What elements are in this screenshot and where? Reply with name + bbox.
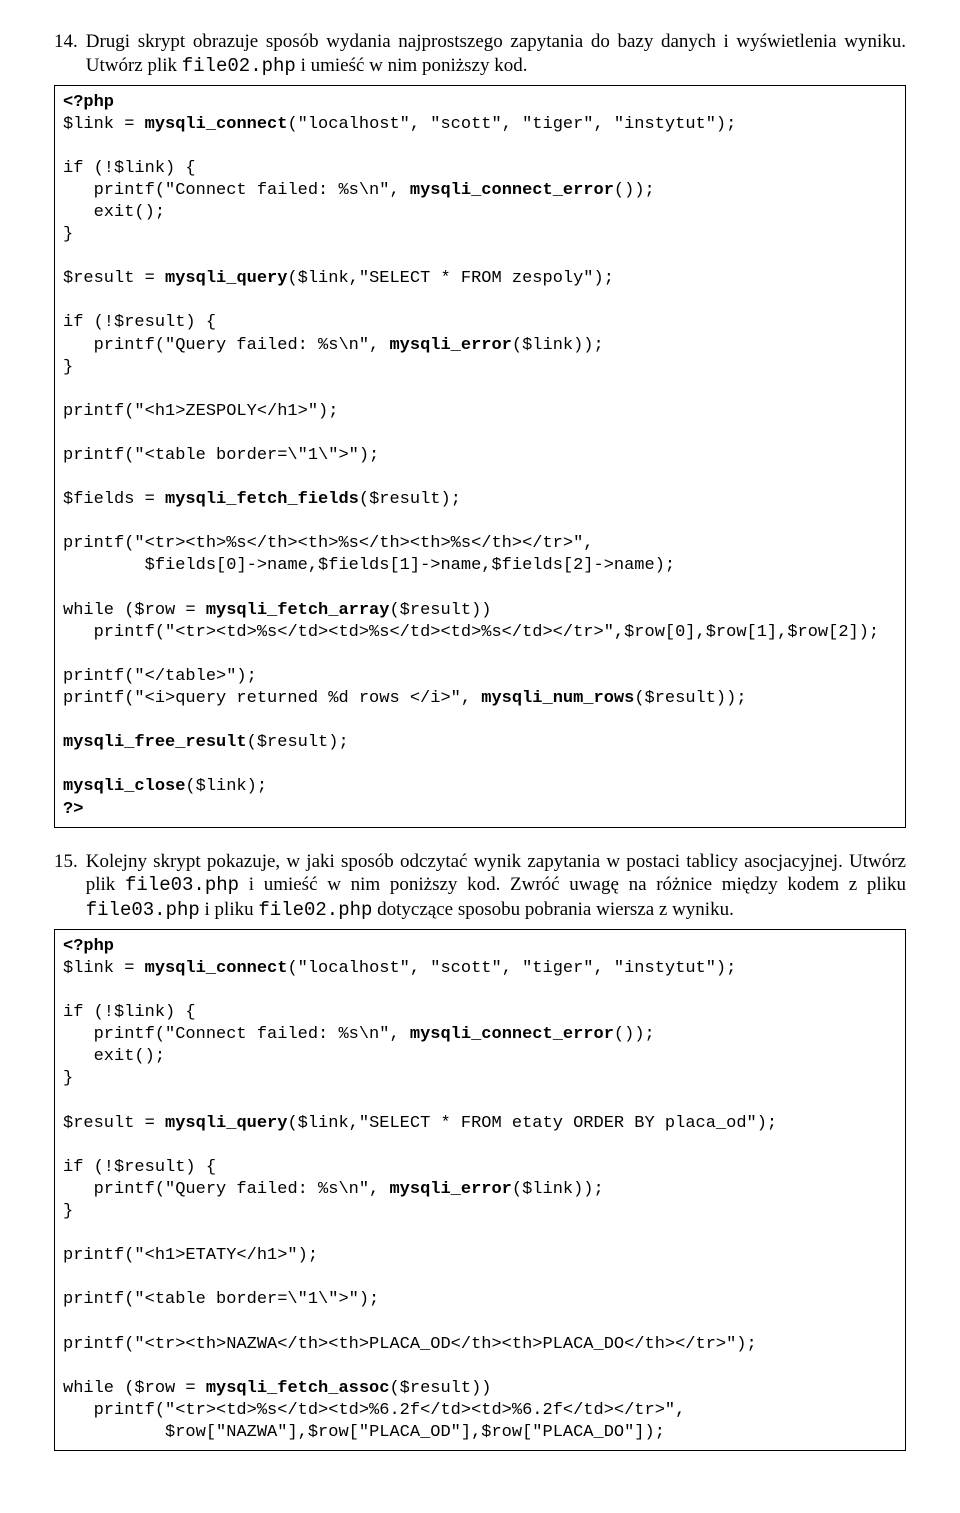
code-segment: printf("</table>"); <box>63 667 257 686</box>
code-segment: ($link); <box>185 777 267 796</box>
code-segment: ("localhost", "scott", "tiger", "instytu… <box>287 959 736 978</box>
code-segment: $result = <box>63 269 165 288</box>
code-segment: mysqli_error <box>389 336 511 355</box>
code-segment: ($link)); <box>512 1180 604 1199</box>
code-segment: mysqli_fetch_array <box>206 601 390 620</box>
code-segment: ($link,"SELECT * FROM etaty ORDER BY pla… <box>287 1114 777 1133</box>
code-segment: printf("Connect failed: %s\n", <box>63 181 410 200</box>
code-segment: printf("<table border=\"1\">"); <box>63 446 379 465</box>
numbered-list: 14.Drugi skrypt obrazuje sposób wydania … <box>54 30 906 1451</box>
code-segment: printf("<h1>ZESPOLY</h1>"); <box>63 402 338 421</box>
code-segment: printf("Query failed: %s\n", <box>63 1180 389 1199</box>
code-segment: if (!$link) { <box>63 159 196 178</box>
code-segment: ()); <box>614 181 655 200</box>
code-segment: } <box>63 225 73 244</box>
code-segment: exit(); <box>63 1047 165 1066</box>
code-segment: <?php <box>63 937 114 956</box>
code-segment: printf("<table border=\"1\">"); <box>63 1290 379 1309</box>
code-segment: $row["NAZWA"],$row["PLACA_OD"],$row["PLA… <box>63 1423 665 1442</box>
code-segment: mysqli_query <box>165 269 287 288</box>
item-number: 15. <box>54 850 86 923</box>
code-segment: printf("<tr><th>%s</th><th>%s</th><th>%s… <box>63 534 594 553</box>
filename: file02.php <box>182 55 296 77</box>
code-segment: ($result)) <box>389 601 491 620</box>
code-segment: $link = <box>63 959 145 978</box>
code-segment: mysqli_free_result <box>63 733 247 752</box>
document-page: 14.Drugi skrypt obrazuje sposób wydania … <box>0 0 960 1513</box>
code-segment: $fields[0]->name,$fields[1]->name,$field… <box>63 556 675 575</box>
list-item: 15.Kolejny skrypt pokazuje, w jaki sposó… <box>54 850 906 1451</box>
code-segment: while ($row = <box>63 1379 206 1398</box>
code-segment: if (!$result) { <box>63 313 216 332</box>
code-segment: mysqli_error <box>389 1180 511 1199</box>
code-segment: printf("<tr><th>NAZWA</th><th>PLACA_OD</… <box>63 1335 757 1354</box>
code-segment: } <box>63 1069 73 1088</box>
item-number: 14. <box>54 30 86 79</box>
filename: file03.php <box>86 899 200 921</box>
text-run: i umieść w nim poniższy kod. Zwróć uwagę… <box>239 874 906 895</box>
code-segment: <?php <box>63 93 114 112</box>
filename: file03.php <box>125 874 239 896</box>
code-segment: while ($row = <box>63 601 206 620</box>
code-segment: printf("<i>query returned %d rows </i>", <box>63 689 481 708</box>
code-segment: if (!$result) { <box>63 1158 216 1177</box>
code-segment: ()); <box>614 1025 655 1044</box>
code-block: <?php $link = mysqli_connect("localhost"… <box>54 85 906 828</box>
code-segment: mysqli_close <box>63 777 185 796</box>
code-segment: ($result); <box>359 490 461 509</box>
text-run: dotyczące sposobu pobrania wiersza z wyn… <box>372 899 733 920</box>
code-segment: ?> <box>63 800 83 819</box>
item-text: Kolejny skrypt pokazuje, w jaki sposób o… <box>86 850 906 923</box>
code-segment: $fields = <box>63 490 165 509</box>
code-segment: mysqli_query <box>165 1114 287 1133</box>
code-segment: ($link,"SELECT * FROM zespoly"); <box>287 269 613 288</box>
code-segment: printf("Connect failed: %s\n", <box>63 1025 410 1044</box>
code-segment: ($result)) <box>389 1379 491 1398</box>
item-text: Drugi skrypt obrazuje sposób wydania naj… <box>86 30 906 79</box>
code-segment: ($link)); <box>512 336 604 355</box>
text-run: i umieść w nim poniższy kod. <box>296 55 528 76</box>
code-segment: printf("<tr><td>%s</td><td>%s</td><td>%s… <box>63 623 879 642</box>
code-segment: printf("<tr><td>%s</td><td>%6.2f</td><td… <box>63 1401 685 1420</box>
code-segment: ($result); <box>247 733 349 752</box>
code-segment: mysqli_fetch_assoc <box>206 1379 390 1398</box>
code-segment: mysqli_connect_error <box>410 1025 614 1044</box>
code-segment: } <box>63 1202 73 1221</box>
code-segment: } <box>63 358 73 377</box>
code-segment: exit(); <box>63 203 165 222</box>
code-segment: $link = <box>63 115 145 134</box>
code-segment: mysqli_connect <box>145 115 288 134</box>
text-run: i pliku <box>200 899 259 920</box>
filename: file02.php <box>258 899 372 921</box>
code-segment: ("localhost", "scott", "tiger", "instytu… <box>287 115 736 134</box>
code-segment: mysqli_connect <box>145 959 288 978</box>
code-segment: ($result)); <box>634 689 746 708</box>
code-segment: if (!$link) { <box>63 1003 196 1022</box>
code-block: <?php $link = mysqli_connect("localhost"… <box>54 929 906 1451</box>
code-segment: printf("Query failed: %s\n", <box>63 336 389 355</box>
code-segment: mysqli_num_rows <box>481 689 634 708</box>
code-segment: $result = <box>63 1114 165 1133</box>
list-item: 14.Drugi skrypt obrazuje sposób wydania … <box>54 30 906 828</box>
code-segment: printf("<h1>ETATY</h1>"); <box>63 1246 318 1265</box>
code-segment: mysqli_fetch_fields <box>165 490 359 509</box>
code-segment: mysqli_connect_error <box>410 181 614 200</box>
